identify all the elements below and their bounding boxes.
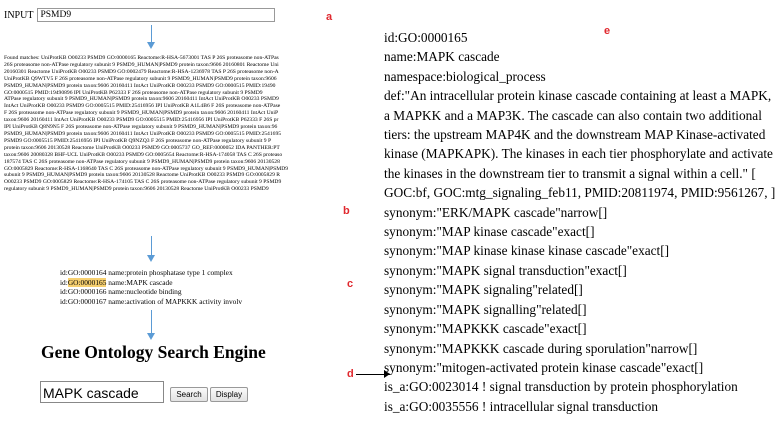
detail-synonym: synonym:"MAP kinase cascade"exact[] bbox=[384, 224, 595, 240]
detail-synonym: synonym:"ERK/MAPK cascade"narrow[] bbox=[384, 204, 608, 220]
go-name: protein phosphatase type 1 complex bbox=[126, 268, 233, 277]
detail-synonym: synonym:"MAPKKK cascade"exact[] bbox=[384, 321, 587, 337]
go-id: GO:0000166 bbox=[67, 287, 107, 297]
detail-definition: def:"An intracellular protein kinase cas… bbox=[384, 88, 776, 201]
match-line: subunit 9 PSMD9_HUMAN|PSMD9 protein taxo… bbox=[4, 172, 281, 179]
search-button[interactable]: Search bbox=[170, 387, 208, 402]
match-line: taxon:9606 20080328 BHF-UCL UniProtKB O0… bbox=[4, 151, 283, 158]
label-c: c bbox=[347, 278, 354, 290]
go-prefix: id: bbox=[60, 287, 68, 297]
display-button[interactable]: Display bbox=[210, 387, 248, 402]
arrow-down-icon bbox=[147, 255, 155, 262]
go-id: GO:0000165 bbox=[67, 277, 107, 287]
match-line: taxon:9606 20160411 IntAct UniProtKB O00… bbox=[4, 117, 279, 124]
match-line: regulatory subunit 9 PSMD9_HUMAN|PSMD9 p… bbox=[4, 186, 269, 193]
match-line: 20160301 Reactome UniProtKB O00233 PSMD9… bbox=[4, 68, 279, 75]
label-b: b bbox=[343, 205, 350, 217]
label-d: d bbox=[347, 368, 354, 380]
arrow-shaft-1 bbox=[151, 25, 152, 43]
search-input[interactable]: MAPK cascade bbox=[40, 381, 164, 403]
match-line: PSMD9_HUMAN|PSMD9 protein taxon:9606 201… bbox=[4, 130, 282, 137]
arrow-down-icon bbox=[147, 42, 155, 49]
match-line: ATPase regulatory subunit 9 PSMD9_HUMAN|… bbox=[4, 96, 279, 103]
input-label: INPUT bbox=[4, 9, 34, 21]
match-line: IPI UniProtKB Q8N9N5 F 26S proteasome no… bbox=[4, 124, 278, 131]
go-name: MAPK cascade bbox=[126, 277, 173, 287]
gene-input-field[interactable]: PSMD9 bbox=[37, 8, 276, 22]
match-line: protein taxon:9606 20130528 Reactome Uni… bbox=[4, 144, 280, 151]
match-line: GO:0005829 Reactome:R-HSA-1168640 TAS C … bbox=[4, 165, 289, 172]
match-line: UniProtKB Q9WTV5 F 26S proteasome non-AT… bbox=[4, 75, 277, 82]
match-line: O00233 PSMD9 GO:0005829 Reactome:R-HSA-1… bbox=[4, 179, 282, 186]
detail-name: name:MAPK cascade bbox=[384, 49, 500, 65]
go-sep: name: bbox=[106, 296, 127, 306]
arrow-down-icon bbox=[147, 333, 155, 340]
found-matches-text: Found matches: UniProtKB O00233 PSMD9 GO… bbox=[4, 55, 340, 233]
go-list-item[interactable]: id:GO:0000167 name:activation of MAPKKK … bbox=[60, 297, 280, 307]
detail-is-a: is_a:GO:0023014 ! signal transduction by… bbox=[384, 379, 738, 395]
go-term-list: id:GO:0000164 name:protein phosphatase t… bbox=[60, 268, 280, 306]
match-line: GO:0000515 PMID:19490896 IPI UniProtKB P… bbox=[4, 89, 263, 96]
match-line: 26S proteasome non-ATPase regulatory sub… bbox=[4, 61, 279, 68]
synonym-list: synonym:"ERK/MAPK cascade"narrow[] synony… bbox=[384, 203, 779, 378]
go-prefix: id: bbox=[60, 268, 68, 277]
detail-is-a: is_a:GO:0035556 ! intracellular signal t… bbox=[384, 398, 659, 414]
page-title: Gene Ontology Search Engine bbox=[41, 342, 266, 362]
arrow-shaft-2 bbox=[151, 236, 152, 256]
go-sep: name: bbox=[106, 268, 127, 277]
detail-id: id:GO:0000165 bbox=[384, 30, 468, 45]
detail-namespace: namespace:biological_process bbox=[384, 68, 546, 84]
detail-synonym: synonym:"MAPK signalling"related[] bbox=[384, 301, 587, 317]
match-line: F 26S proteasome non-ATPase regulatory s… bbox=[4, 110, 279, 117]
match-line: Found matches: UniProtKB O00233 PSMD9 GO… bbox=[4, 55, 279, 61]
go-prefix: id: bbox=[60, 296, 68, 306]
go-term-details: id:GO:0000165 name:MAPK cascade namespac… bbox=[384, 28, 779, 416]
detail-synonym: synonym:"MAPK signal transduction"exact[… bbox=[384, 262, 627, 278]
input-row: INPUT PSMD9 bbox=[4, 8, 276, 22]
detail-synonym: synonym:"mitogen-activated protein kinas… bbox=[384, 359, 704, 375]
match-line: 187574 TAS C 26S proteasome non-ATPase r… bbox=[4, 158, 280, 165]
match-line: PSMD9 GO:0005515 PMID:25416956 IPI UniPr… bbox=[4, 137, 272, 144]
go-id: GO:0000167 bbox=[67, 296, 107, 306]
go-sep: name: bbox=[106, 277, 127, 287]
detail-synonym: synonym:"MAP kinase kinase kinase cascad… bbox=[384, 243, 670, 259]
go-list-item[interactable]: id:GO:0000165 name:MAPK cascade bbox=[60, 277, 280, 288]
match-line: PSMD9_HUMAN|PSMD9 protein taxon:9606 201… bbox=[4, 82, 276, 89]
go-list-item[interactable]: id:GO:0000166 name:nucleotide binding bbox=[60, 287, 280, 297]
go-id: GO:0000164 bbox=[67, 268, 107, 277]
go-prefix: id: bbox=[60, 277, 68, 287]
label-a: a bbox=[326, 11, 333, 23]
go-list-item[interactable]: id:GO:0000164 name:protein phosphatase t… bbox=[60, 268, 280, 278]
detail-synonym: synonym:"MAPKKK cascade during sporulati… bbox=[384, 340, 698, 356]
go-name: nucleotide binding bbox=[126, 287, 182, 297]
match-line: IntAct UniProtKB O00233 PSMD9 GO:0005515… bbox=[4, 103, 281, 110]
go-sep: name: bbox=[106, 287, 127, 297]
go-name: activation of MAPKKK activity involv bbox=[126, 296, 243, 306]
detail-synonym: synonym:"MAPK signaling"related[] bbox=[384, 282, 583, 298]
arrow-shaft-3 bbox=[151, 310, 152, 334]
